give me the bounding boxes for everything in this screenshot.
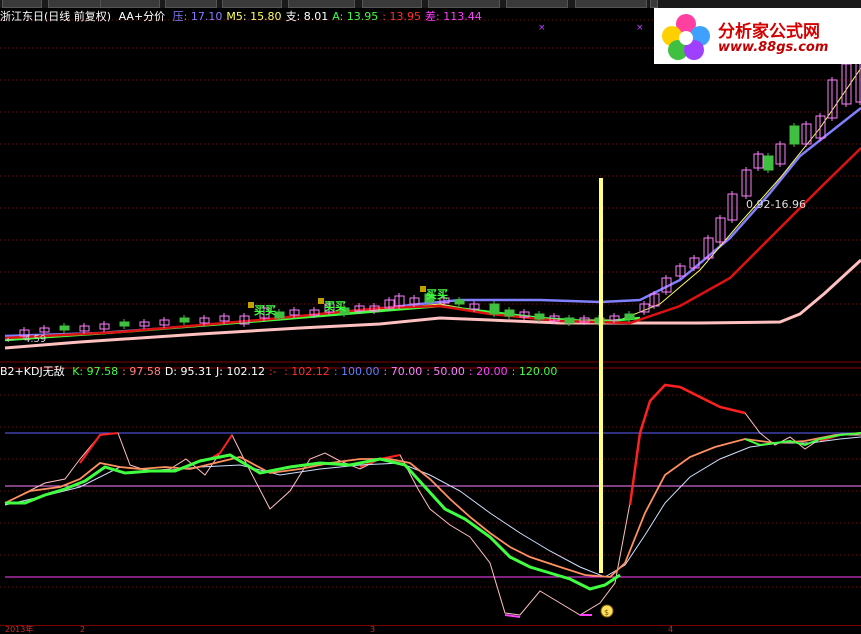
main-chart-panel[interactable]: ×××买买买买买买← 浙江东日(日线 前复权) AA+分价 压: 17.10M5… <box>0 8 861 363</box>
kdj-header-item: J: 102.12 <box>216 365 265 378</box>
toolbar-tab[interactable] <box>222 0 282 8</box>
kdj-header-item: D: 95.31 <box>164 365 212 378</box>
candle <box>59 325 70 331</box>
low-price-label: 4.59 <box>24 334 47 345</box>
toolbar-tab[interactable] <box>506 0 568 8</box>
kdj-header-item: : 70.00 <box>383 365 423 378</box>
logo-name: 分析家公式网 <box>718 22 820 42</box>
d-line <box>4 436 861 578</box>
marker-icon: × <box>538 23 546 33</box>
kdj-header-item: : 50.00 <box>426 365 465 378</box>
low-price-arrow-icon: ← <box>6 335 14 346</box>
main-header-item: 差: 113.44 <box>425 10 482 23</box>
candle <box>489 303 500 315</box>
main-header-item: M5: 15.80 <box>226 10 282 23</box>
candle <box>763 155 774 171</box>
toolbar-tab[interactable] <box>165 0 217 8</box>
main-header-item: 支: 8.01 <box>285 10 329 23</box>
main-header-item: 压: 17.10 <box>172 10 223 23</box>
logo-url: www.88gs.com <box>718 40 829 55</box>
j-line <box>4 384 861 616</box>
kdj-header-item: : 100.00 <box>333 365 380 378</box>
candle <box>789 125 800 145</box>
j-low-line <box>504 614 521 618</box>
toolbar-tab[interactable] <box>100 0 160 8</box>
toolbar-tab[interactable] <box>575 0 647 8</box>
kdj-header-item: : 120.00 <box>511 365 558 378</box>
stock-title: 浙江东日(日线 前复权) <box>0 10 112 23</box>
main-header-item: A: 13.95 <box>332 10 379 23</box>
candle <box>179 317 190 323</box>
candle <box>454 299 465 305</box>
candle <box>119 321 130 327</box>
main-chart-header: 浙江东日(日线 前复权) AA+分价 压: 17.10 M5: 15.80 支: 8… <box>0 10 490 23</box>
kdj-header-item: : 102.12 <box>284 365 330 378</box>
site-logo: 分析家公式网 www.88gs.com <box>654 8 861 64</box>
range-label: 0.92-16.96 <box>746 198 806 211</box>
kdj-title: B2+KDJ无敌 <box>0 365 65 378</box>
indicator-name: AA+分价 <box>118 10 166 23</box>
kdj-header-item: : 20.00 <box>468 365 508 378</box>
toolbar-tab[interactable] <box>288 0 355 8</box>
candle <box>274 311 285 319</box>
candle <box>534 313 545 320</box>
kdj-chart-canvas[interactable]: $ <box>0 363 861 625</box>
kdj-indicator-panel[interactable]: $ B2+KDJ无敌 K: 97.58: 97.58 D: 95.31 J: 102… <box>0 363 861 625</box>
flower-logo-icon <box>662 14 710 60</box>
candle <box>564 317 575 324</box>
toolbar-tab[interactable] <box>428 0 500 8</box>
signal-label: 买买 <box>324 300 346 313</box>
k-low-line <box>5 453 621 591</box>
kdj-header-item: :- <box>268 365 281 378</box>
candle <box>504 309 515 317</box>
marker-icon: × <box>636 23 644 33</box>
main-header-item: : 13.95 <box>382 10 421 23</box>
toolbar-tab[interactable] <box>2 0 42 8</box>
top-toolbar-strip <box>0 0 861 8</box>
money-bag-symbol: $ <box>604 608 609 617</box>
j-high-line <box>628 383 746 506</box>
kdj-header-item: : 97.58 <box>122 365 161 378</box>
toolbar-tab[interactable] <box>362 0 422 8</box>
signal-label: 买买 <box>426 288 448 301</box>
kdj-header-item: K: 97.58 <box>72 365 119 378</box>
kdj-header: B2+KDJ无敌 K: 97.58: 97.58 D: 95.31 J: 102.1… <box>0 365 565 378</box>
candle <box>624 313 635 320</box>
signal-label: 买买 <box>254 304 276 317</box>
toolbar-tab[interactable] <box>650 0 658 8</box>
